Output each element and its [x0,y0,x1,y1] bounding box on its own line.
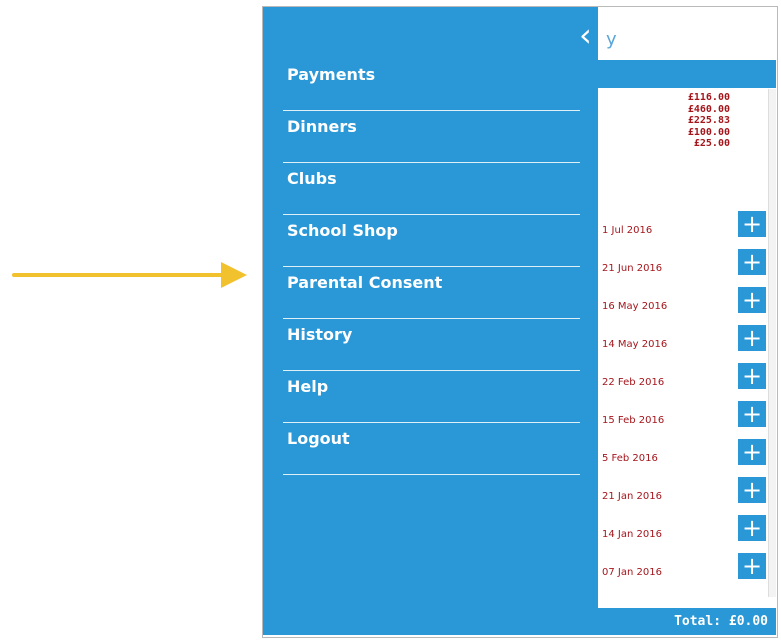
add-button-column: + + + + + + + + + + [738,211,768,591]
amount-value: £225.83 [687,115,730,126]
amount-value: £116.00 [687,92,730,103]
date-entry: 1 Jul 2016 [602,224,653,236]
amount-list: £116.00 £460.00 £225.83 £100.00 £25.00 [654,92,730,150]
add-button[interactable]: + [738,477,766,503]
background-app: y £116.00 £460.00 £225.83 £100.00 £25.00… [598,7,776,635]
add-button[interactable]: + [738,553,766,579]
menu-item-parental-consent[interactable]: Parental Consent [263,267,598,319]
menu-item-clubs[interactable]: Clubs [263,163,598,215]
menu-divider [283,474,580,475]
scrollbar[interactable] [768,89,776,597]
search-text-fragment: y [606,29,617,50]
menu-item-label: Parental Consent [287,273,443,292]
add-button[interactable]: + [738,439,766,465]
date-list: 1 Jul 2016 21 Jun 2016 16 May 2016 14 Ma… [602,211,692,591]
add-button[interactable]: + [738,401,766,427]
date-entry: 14 Jan 2016 [602,528,662,540]
chevron-left-icon[interactable]: ‹ [579,19,592,51]
amount-value: £100.00 [687,126,730,138]
date-entry: 16 May 2016 [602,300,668,312]
menu-item-label: Dinners [287,117,357,136]
add-button[interactable]: + [738,363,766,389]
total-bar: Total: £0.00 [598,608,776,635]
total-label: Total: £0.00 [674,614,768,629]
menu-item-payments[interactable]: Payments [263,59,598,111]
side-drawer: ‹ Payments Dinners Clubs School Shop Par… [263,7,598,635]
menu-item-help[interactable]: Help [263,371,598,423]
menu-item-label: Help [287,377,329,396]
annotation-arrow-head [221,262,247,288]
amount-value: £460.00 [687,103,730,115]
header-bar [598,60,776,88]
add-button[interactable]: + [738,515,766,541]
menu-item-label: Payments [287,65,376,84]
menu-item-label: Clubs [287,169,337,188]
menu-item-school-shop[interactable]: School Shop [263,215,598,267]
menu-item-label: History [287,325,353,344]
menu-item-label: Logout [287,429,350,448]
menu-item-logout[interactable]: Logout [263,423,598,475]
add-button[interactable]: + [738,249,766,275]
add-button[interactable]: + [738,211,766,237]
amount-value: £25.00 [693,138,730,149]
date-entry: 21 Jan 2016 [602,490,662,502]
add-button[interactable]: + [738,325,766,351]
date-entry: 15 Feb 2016 [602,414,665,426]
add-button[interactable]: + [738,287,766,313]
menu-item-dinners[interactable]: Dinners [263,111,598,163]
date-entry: 07 Jan 2016 [602,566,662,578]
date-entry: 14 May 2016 [602,338,668,350]
annotation-arrow-shaft [12,273,227,277]
drawer-menu: Payments Dinners Clubs School Shop Paren… [263,59,598,475]
date-entry: 21 Jun 2016 [602,262,663,274]
menu-item-history[interactable]: History [263,319,598,371]
date-entry: 5 Feb 2016 [602,452,658,464]
menu-item-label: School Shop [287,221,398,240]
date-entry: 22 Feb 2016 [602,376,665,388]
search-area[interactable]: y [598,7,776,59]
